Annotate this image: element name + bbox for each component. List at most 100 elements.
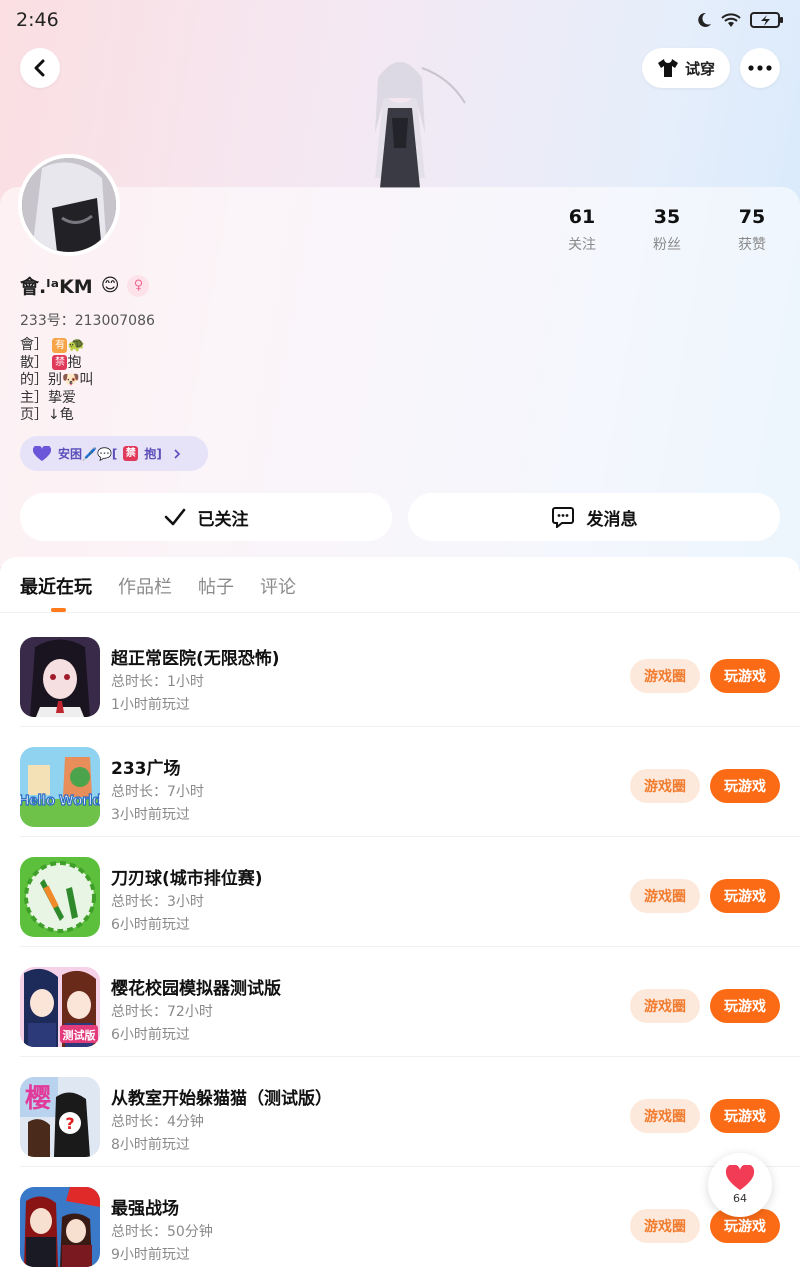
hello-world-icon[interactable]: Hello World <box>20 747 100 827</box>
female-gender-icon: ♀ <box>127 274 150 297</box>
play-game-button[interactable]: 玩游戏 <box>710 659 780 693</box>
game-title: 233广场 <box>111 759 181 779</box>
tab-posts[interactable]: 帖子 <box>198 573 234 599</box>
game-duration: 总时长：4分钟 <box>111 1114 204 1130</box>
game-title: 刀刃球(城市排位赛) <box>111 869 263 889</box>
user-id: 233号：213007086 <box>20 313 155 329</box>
battery-icon <box>750 12 783 28</box>
game-duration: 总时长：1小时 <box>111 674 204 690</box>
game-circle-button[interactable]: 游戏圈 <box>630 1099 700 1133</box>
tab-comments[interactable]: 评论 <box>260 573 296 599</box>
bio-line: 散］ 禁抱 <box>20 354 82 371</box>
stat-fans-count: 35 <box>653 206 681 228</box>
game-duration: 总时长：72小时 <box>111 1004 213 1020</box>
hide-seek-icon[interactable]: 樱? <box>20 1077 100 1157</box>
check-icon <box>164 508 185 526</box>
more-button[interactable] <box>740 48 780 88</box>
play-game-button[interactable]: 玩游戏 <box>710 879 780 913</box>
stat-likes-label: 获赞 <box>738 237 766 253</box>
game-last-played: 9小时前玩过 <box>111 1247 190 1263</box>
heart-icon <box>725 1165 755 1190</box>
relationship-chip[interactable]: 安困🖊️💬[禁抱] <box>20 436 208 471</box>
game-circle-button[interactable]: 游戏圈 <box>630 769 700 803</box>
play-game-button[interactable]: 玩游戏 <box>710 1099 780 1133</box>
bio-line: 页］↓龟 <box>20 407 74 423</box>
chevron-left-icon <box>34 59 45 77</box>
shirt-icon <box>657 59 678 77</box>
game-last-played: 6小时前玩过 <box>111 1027 190 1043</box>
tabs-divider <box>0 612 800 613</box>
like-float-button[interactable]: 64 <box>708 1153 772 1217</box>
wifi-icon <box>721 13 741 27</box>
tab-works[interactable]: 作品栏 <box>118 573 172 599</box>
nickname-text: 會.ˡᵃKM <box>20 276 93 298</box>
tab-recently-played[interactable]: 最近在玩 <box>20 573 92 599</box>
avatar[interactable] <box>18 154 120 256</box>
game-last-played: 1小时前玩过 <box>111 697 190 713</box>
game-last-played: 6小时前玩过 <box>111 917 190 933</box>
sakura-school-icon[interactable]: 测试版 <box>20 967 100 1047</box>
game-circle-button[interactable]: 游戏圈 <box>630 659 700 693</box>
game-duration: 总时长：50分钟 <box>111 1224 213 1240</box>
game-row[interactable]: 超正常医院(无限恐怖) 总时长：1小时 1小时前玩过 游戏圈 玩游戏 <box>0 617 800 727</box>
stat-following-label: 关注 <box>568 237 596 253</box>
follow-label: 已关注 <box>197 509 249 530</box>
try-on-label: 试穿 <box>684 59 715 78</box>
game-title: 超正常医院(无限恐怖) <box>111 649 280 669</box>
game-duration: 总时长：3小时 <box>111 894 204 910</box>
battlefield-icon[interactable] <box>20 1187 100 1267</box>
bio-tag: 禁 <box>52 355 68 370</box>
game-last-played: 8小时前玩过 <box>111 1137 190 1153</box>
avatar-3d-figure <box>375 62 466 188</box>
stat-likes-count: 75 <box>738 206 766 228</box>
icon-text: 樱 <box>25 1084 51 1114</box>
game-row[interactable]: 刀刃球(城市排位赛) 总时长：3小时 6小时前玩过 游戏圈 玩游戏 <box>0 837 800 947</box>
back-button[interactable] <box>20 48 60 88</box>
status-bar: 2:46 <box>0 0 800 40</box>
message-button[interactable]: 发消息 <box>408 493 780 541</box>
heart-icon <box>32 445 52 461</box>
bio-tag: 有 <box>52 337 68 353</box>
blade-ball-icon[interactable] <box>20 857 100 937</box>
bio-line: 的］别🐶叫 <box>20 372 94 388</box>
chip-text: 安困🖊️💬[ <box>58 447 118 461</box>
game-row[interactable]: 测试版 樱花校园模拟器测试版 总时长：72小时 6小时前玩过 游戏圈 玩游戏 <box>0 947 800 1057</box>
stat-following-count: 61 <box>568 206 596 228</box>
chat-bubble-icon <box>551 507 574 528</box>
game-title: 最强战场 <box>111 1199 179 1219</box>
game-last-played: 3小时前玩过 <box>111 807 190 823</box>
play-game-button[interactable]: 玩游戏 <box>710 989 780 1023</box>
avatar-image <box>22 158 116 252</box>
follow-button[interactable]: 已关注 <box>20 493 392 541</box>
game-row[interactable]: Hello World 233广场 总时长：7小时 3小时前玩过 游戏圈 玩游戏 <box>0 727 800 837</box>
game-circle-button[interactable]: 游戏圈 <box>630 989 700 1023</box>
moon-icon <box>698 12 711 27</box>
anime-girl-icon[interactable] <box>20 637 100 717</box>
message-label: 发消息 <box>586 509 638 530</box>
more-dots-icon <box>748 65 772 71</box>
smiley-icon: 😊 <box>100 275 120 296</box>
game-duration: 总时长：7小时 <box>111 784 204 800</box>
stat-likes[interactable]: 75 获赞 <box>712 206 792 254</box>
nickname: 會.ˡᵃKM 😊 ♀ <box>20 272 150 299</box>
svg-text:?: ? <box>65 1114 74 1133</box>
game-title: 樱花校园模拟器测试版 <box>111 979 281 999</box>
bio: 會］ 有 🐢 散］ 禁抱 的］别🐶叫 主］挚爱 页］↓龟 <box>20 337 93 425</box>
play-game-button[interactable]: 玩游戏 <box>710 769 780 803</box>
game-circle-button[interactable]: 游戏圈 <box>630 879 700 913</box>
try-on-button[interactable]: 试穿 <box>642 48 730 88</box>
stat-fans[interactable]: 35 粉丝 <box>627 206 707 254</box>
game-row[interactable]: 樱? 从教室开始躲猫猫（测试版） 总时长：4分钟 8小时前玩过 游戏圈 玩游戏 <box>0 1057 800 1167</box>
icon-text: 测试版 <box>63 1028 96 1042</box>
bio-line: 會］ 有 🐢 <box>20 337 85 353</box>
game-row[interactable]: 最强战场 总时长：50分钟 9小时前玩过 游戏圈 玩游戏 <box>0 1167 800 1277</box>
icon-text: Hello World <box>20 792 100 809</box>
bio-line: 主］挚爱 <box>20 389 76 406</box>
status-time: 2:46 <box>16 9 59 31</box>
like-count: 64 <box>733 1192 747 1205</box>
game-circle-button[interactable]: 游戏圈 <box>630 1209 700 1243</box>
tab-bar: 最近在玩 作品栏 帖子 评论 <box>20 573 296 599</box>
chevron-right-icon <box>174 448 181 459</box>
stat-fans-label: 粉丝 <box>653 237 681 253</box>
stat-following[interactable]: 61 关注 <box>542 206 622 254</box>
